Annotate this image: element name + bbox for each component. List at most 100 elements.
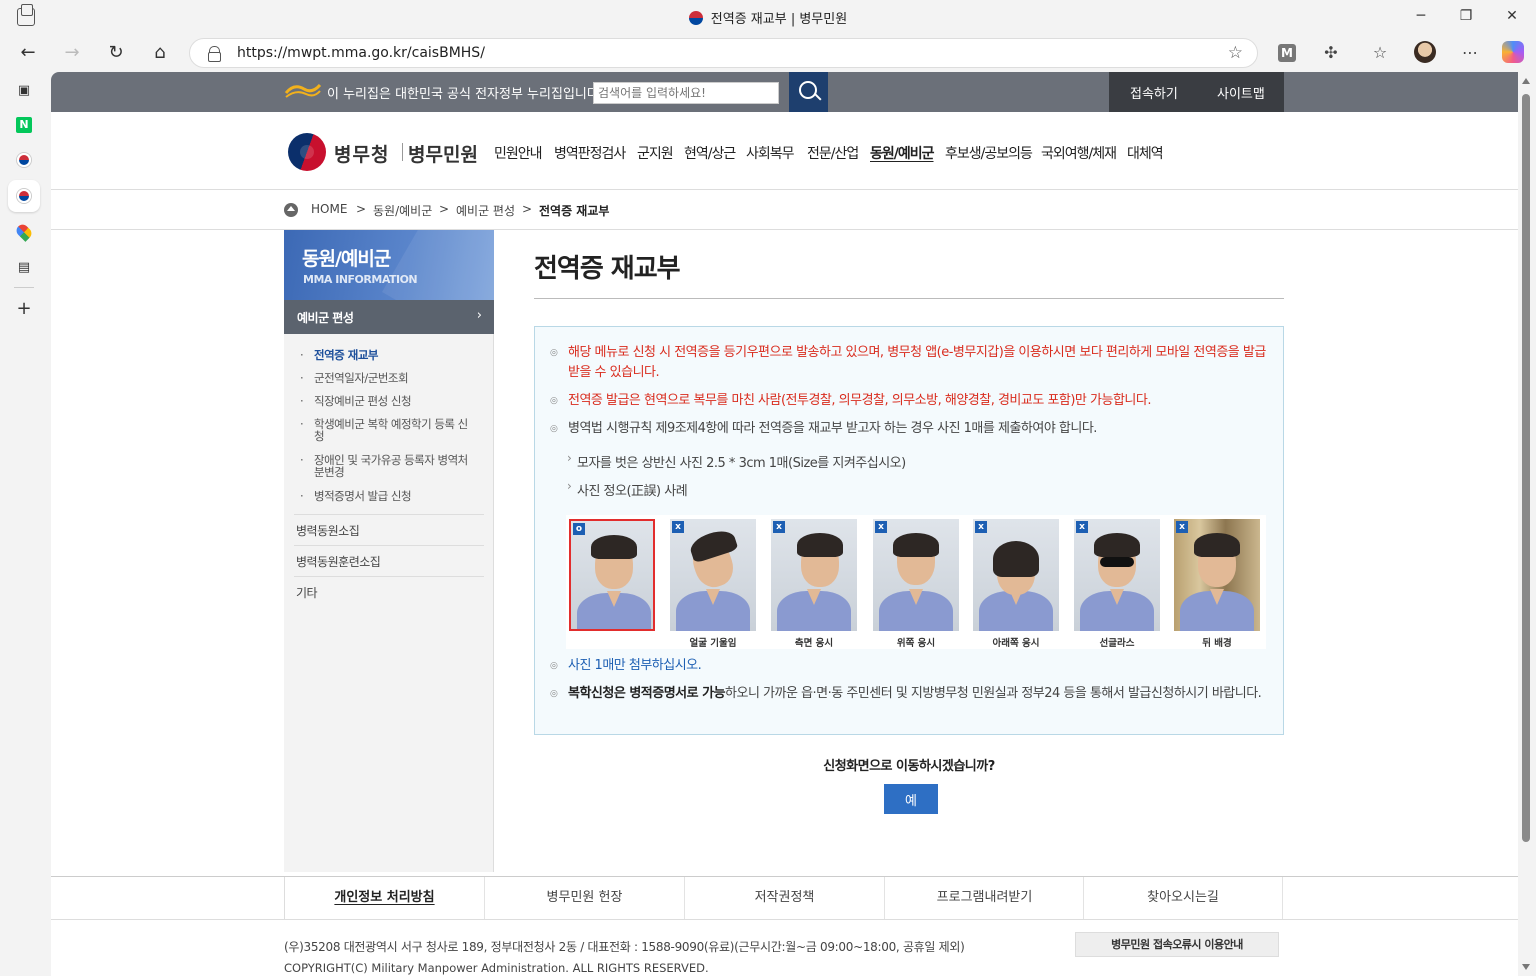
footer-link-privacy[interactable]: 개인정보 처리방침 — [284, 877, 484, 919]
breadcrumb-home[interactable]: HOME — [311, 202, 347, 216]
info-box: 해당 메뉴로 신청 시 전역증을 등기우편으로 발송하고 있으며, 병무청 앱(… — [534, 326, 1284, 735]
error-guide-button[interactable]: 병무민원 접속오류시 이용안내 — [1075, 932, 1279, 957]
mma-active-icon[interactable] — [8, 180, 40, 212]
page-title: 전역증 재교부 — [534, 254, 681, 284]
nav-item-exam[interactable]: 병역판정검사 — [554, 143, 626, 163]
extension-m-icon[interactable]: M — [1278, 44, 1296, 62]
address-bar[interactable]: https://mwpt.mma.go.kr/caisBMHS/ ☆ — [189, 38, 1258, 68]
mma-icon[interactable] — [13, 149, 35, 171]
photo-example-sunglasses: x — [1074, 519, 1160, 631]
scroll-up-icon[interactable] — [1522, 78, 1530, 84]
search-button[interactable] — [789, 72, 828, 112]
lnb-selected-group[interactable]: 예비군 편성 › — [284, 300, 494, 334]
home-icon[interactable] — [284, 203, 298, 217]
breadcrumb-reserve[interactable]: 동원/예비군 — [373, 202, 432, 219]
local-navigation: 동원/예비군 MMA INFORMATION 예비군 편성 › 전역증 재교부 … — [284, 230, 494, 872]
photo-example-correct: o — [569, 519, 655, 631]
url-text[interactable]: https://mwpt.mma.go.kr/caisBMHS/ — [237, 45, 485, 61]
footer-copyright: COPYRIGHT(C) Military Manpower Administr… — [284, 961, 709, 975]
notice-bullet: 병역법 시행규칙 제9조제4항에 따라 전역증을 재교부 받고자 하는 경우 사… — [550, 419, 1270, 439]
lnb-item-mobilization-training[interactable]: 병력동원훈련소집 — [296, 553, 484, 570]
lock-icon[interactable] — [208, 46, 221, 62]
footer-link-downloads[interactable]: 프로그램내려받기 — [884, 877, 1084, 919]
scrollbar-thumb[interactable] — [1522, 94, 1530, 842]
more-menu-icon[interactable]: ⋯ — [1458, 41, 1482, 65]
lnb-sub-label: 장애인 및 국가유공 등록자 병역처분변경 — [314, 453, 468, 479]
nav-item-alternative[interactable]: 대체역 — [1127, 143, 1164, 163]
title-bar: 전역증 재교부 | 병무민원 ─ ❐ ✕ — [0, 0, 1536, 34]
photo-caption: 선글라스 — [1099, 638, 1135, 649]
login-link[interactable]: 접속하기 — [1130, 83, 1178, 102]
lnb-item-etc[interactable]: 기타 — [296, 584, 484, 601]
close-button[interactable]: ✕ — [1502, 6, 1522, 26]
nav-item-overseas[interactable]: 국외여행/체재 — [1041, 143, 1117, 163]
nav-item-candidate[interactable]: 후보생/공보의등 — [945, 143, 1033, 163]
profile-avatar[interactable] — [1414, 41, 1438, 65]
footer-link-directions[interactable]: 찾아오시는길 — [1083, 877, 1283, 919]
yes-button[interactable]: 예 — [884, 784, 938, 814]
notice-bullet: 해당 메뉴로 신청 시 전역증을 등기우편으로 발송하고 있으며, 병무청 앱(… — [550, 343, 1270, 383]
calendar-icon[interactable]: ▤ — [13, 257, 35, 279]
nav-item-industry[interactable]: 전문/산업 — [807, 143, 859, 163]
lnb-sub-item[interactable]: 직장예비군 편성 신청 — [300, 395, 474, 407]
gov-notice-bar: 이 누리집은 대한민국 공식 전자정부 누리집입니다. 접속하기 사이트맵 — [51, 72, 1518, 112]
photo-caption: 측면 응시 — [794, 638, 834, 649]
footer-address: (우)35208 대전광역시 서구 청사로 189, 정부대전청사 2동 / 대… — [284, 940, 965, 954]
breadcrumb-current: 전역증 재교부 — [539, 204, 610, 218]
restore-button[interactable]: ❐ — [1456, 6, 1476, 26]
photo-caption: 뒤 배경 — [1202, 638, 1232, 649]
browser-sidebar: ▣ N ▤ + — [0, 72, 50, 976]
lnb-sub-item[interactable]: 전역증 재교부 — [300, 349, 474, 361]
lnb-sub-item[interactable]: 장애인 및 국가유공 등록자 병역처분변경 — [300, 453, 474, 479]
collections-icon[interactable]: ▣ — [13, 80, 35, 102]
favorites-icon[interactable]: ☆ — [1368, 41, 1392, 65]
wrong-mark-icon: x — [975, 521, 987, 533]
page-scrollbar[interactable] — [1518, 72, 1536, 976]
lnb-sub-item[interactable]: 군전역일자/군번조회 — [300, 372, 474, 384]
copilot-icon[interactable] — [1502, 41, 1526, 65]
notice-bold-text: 복학신청은 병적증명서로 가능 — [568, 686, 726, 701]
logo-sub[interactable]: 병무민원 — [408, 140, 478, 167]
lnb-divider — [294, 545, 484, 546]
wrong-mark-icon: x — [1176, 521, 1188, 533]
nav-item-reserve[interactable]: 동원/예비군 — [870, 143, 935, 163]
lnb-sub-item[interactable]: 병적증명서 발급 신청 — [300, 490, 474, 502]
scroll-down-icon[interactable] — [1522, 964, 1530, 970]
nav-item-apply[interactable]: 군지원 — [637, 143, 674, 163]
notice-bullet: 전역증 발급은 현역으로 복무를 마친 사람(전투경찰, 의무경찰, 의무소방,… — [550, 391, 1270, 411]
wrong-mark-icon: x — [672, 521, 684, 533]
nav-item-active-duty[interactable]: 현역/상근 — [684, 143, 736, 163]
maps-icon[interactable] — [13, 221, 35, 243]
confirm-question: 신청화면으로 이동하시겠습니까? — [823, 759, 995, 774]
back-button[interactable]: ← — [15, 40, 41, 66]
lnb-item-mobilization[interactable]: 병력동원소집 — [296, 522, 484, 539]
footer-link-charter[interactable]: 병무민원 헌장 — [484, 877, 684, 919]
title-divider — [534, 298, 1284, 299]
page-viewport: 이 누리집은 대한민국 공식 전자정부 누리집입니다. 접속하기 사이트맵 병무… — [51, 72, 1518, 976]
home-button[interactable]: ⌂ — [147, 40, 173, 66]
extensions-icon[interactable]: ✣ — [1319, 41, 1343, 65]
add-icon[interactable]: + — [13, 298, 35, 320]
breadcrumb-sep: > — [439, 202, 450, 216]
copilot-logo-icon — [1502, 41, 1524, 63]
breadcrumb-reserve-org[interactable]: 예비군 편성 — [456, 202, 515, 219]
search-input[interactable] — [593, 82, 779, 104]
nav-item-social-service[interactable]: 사회복무 — [746, 143, 795, 163]
photo-caption: 위쪽 응시 — [896, 638, 936, 649]
correct-mark-icon: o — [573, 523, 585, 535]
naver-icon[interactable]: N — [16, 117, 32, 133]
logo-main[interactable]: 병무청 — [334, 140, 389, 167]
sitemap-link[interactable]: 사이트맵 — [1217, 83, 1265, 102]
reload-button[interactable]: ↻ — [103, 40, 129, 66]
mma-logo-icon[interactable] — [288, 133, 326, 171]
window-title: 전역증 재교부 | 병무민원 — [0, 8, 1536, 27]
favorite-star-icon[interactable]: ☆ — [1228, 43, 1243, 63]
footer-link-copyright[interactable]: 저작권정책 — [684, 877, 884, 919]
forward-button[interactable]: → — [59, 40, 85, 66]
photo-caption: 아래쪽 응시 — [992, 638, 1040, 649]
nav-item-civil[interactable]: 민원안내 — [494, 143, 543, 163]
minimize-button[interactable]: ─ — [1411, 6, 1431, 26]
lnb-title: 동원/예비군 — [302, 248, 391, 270]
lnb-sub-item[interactable]: 학생예비군 복학 예정학기 등록 신청 — [300, 418, 474, 442]
lnb-divider — [294, 576, 484, 577]
